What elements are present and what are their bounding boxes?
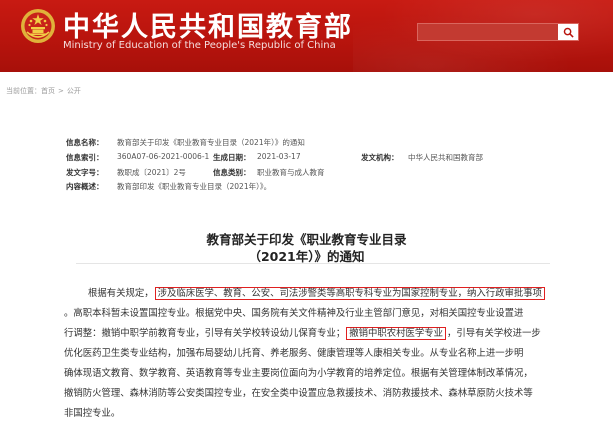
body-line-1: 根据有关规定， 涉及临床医学、教育、公安、司法涉警类等高职专科专业为国家控制专业，… bbox=[88, 284, 578, 304]
body-line-2: 。高职本科暂未设置国控专业。根据党中央、国务院有关文件精神及行业主管部门意见，对… bbox=[64, 308, 524, 319]
index-value: 360A07-06-2021-0006-1 bbox=[117, 152, 210, 161]
body-line-6: 撤销防火管理、森林消防等公安类国控专业，在安全类中设置应急救援技术、消防救援技术… bbox=[64, 388, 533, 399]
date-value: 2021-03-17 bbox=[257, 152, 301, 161]
doc-number-value: 教职成〔2021〕2号 bbox=[117, 168, 186, 177]
info-name-label: 信息名称： bbox=[66, 138, 104, 147]
category-label: 信息类别： bbox=[213, 168, 251, 177]
highlighted-phrase-2: 撤销中职农村医学专业 bbox=[346, 327, 447, 340]
category-value: 职业教育与成人教育 bbox=[257, 168, 325, 177]
body-line-4: 优化医药卫生类专业结构，加强布局婴幼儿托育、养老服务、健康管理等人康相关专业。从… bbox=[64, 348, 524, 359]
body-line-3-tail: ，引导有关学校进一步 bbox=[447, 328, 541, 339]
issuer-label: 发文机构： bbox=[361, 153, 399, 162]
info-name-value: 教育部关于印发《职业教育专业目录（2021年）》的通知 bbox=[117, 138, 305, 147]
index-label: 信息索引： bbox=[66, 153, 104, 162]
body-line-3-text: 行调整：撤销中职学前教育专业，引导有关学校转设幼儿保育专业； bbox=[64, 328, 346, 339]
issuer-value: 中华人民共和国教育部 bbox=[408, 153, 483, 162]
highlighted-phrase-1: 涉及临床医学、教育、公安、司法涉警类等高职专科专业为国家控制专业，纳入行政审批事… bbox=[154, 287, 546, 300]
body-line-3: 行调整：撤销中职学前教育专业，引导有关学校转设幼儿保育专业； 撤销中职农村医学专业… bbox=[64, 324, 554, 344]
document-metadata: 信息名称： 教育部关于印发《职业教育专业目录（2021年）》的通知 信息索引： … bbox=[0, 0, 613, 200]
title-divider bbox=[76, 263, 550, 264]
doc-number-label: 发文字号： bbox=[66, 168, 104, 177]
summary-value: 教育部印发《职业教育专业目录（2021年）》。 bbox=[117, 182, 272, 191]
date-label: 生成日期： bbox=[213, 153, 251, 162]
body-line-5: 确体现语文教育、数学教育、英语教育等专业主要岗位面向为小学教育的培养定位。根据有… bbox=[64, 368, 533, 379]
body-line-7: 非国控专业。 bbox=[64, 408, 121, 419]
summary-label: 内容概述： bbox=[66, 182, 104, 191]
body-line-1-text: 根据有关规定， bbox=[88, 288, 154, 299]
